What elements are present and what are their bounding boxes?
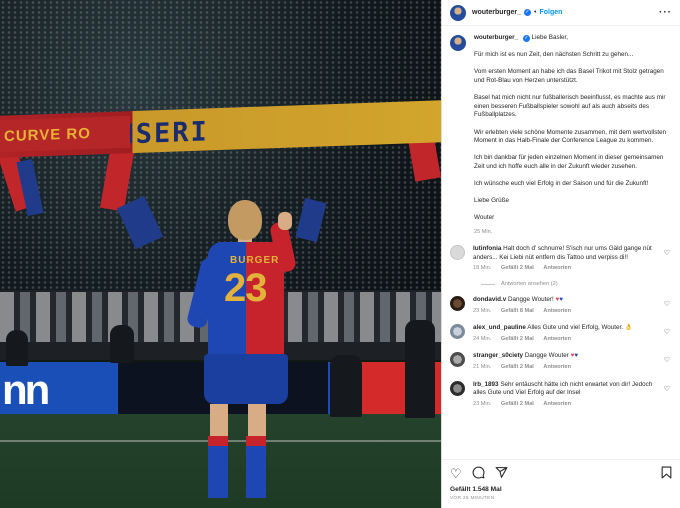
fan-banner-left: CURVE RO <box>0 115 130 153</box>
blue-heart-emoji-icon: ♥ <box>574 352 579 360</box>
comment-likes[interactable]: Gefällt 2 Mal <box>501 336 534 342</box>
caption-time: 25 Min. <box>474 228 493 235</box>
comment-like-heart-icon[interactable]: ♡ <box>664 249 670 257</box>
comment-text: Dangge Wouter <box>524 352 569 360</box>
comment-avatar[interactable] <box>450 352 465 368</box>
comment-likes[interactable]: Gefällt 2 Mal <box>501 265 534 271</box>
separator-dot: • <box>534 9 537 16</box>
comment-username[interactable]: lrb_1893 <box>473 381 499 388</box>
comment-time: 23 Min. <box>473 400 492 407</box>
comment-item: lutinfonia Halt doch d' schnurre! S'isch… <box>450 245 672 273</box>
post-header: wouterburger_ ✓ • Folgen ··· <box>442 0 680 26</box>
caption-paragraph: Vom ersten Moment an habe ich das Basel … <box>474 68 664 84</box>
post-timestamp: VOR 25 MINUTEN <box>450 496 495 501</box>
caption-paragraph: Ich bin dankbar für jeden einzelnen Mome… <box>474 154 664 170</box>
caption-username[interactable]: wouterburger_ <box>474 34 518 41</box>
comment-like-heart-icon[interactable]: ♡ <box>664 328 670 336</box>
comment-time: 24 Min. <box>473 335 492 342</box>
post-actions: ♡ Gefällt 1.548 Mal VOR 25 MINUTEN <box>442 459 680 508</box>
caption-paragraph: Wir erlebten viele schöne Momente zusamm… <box>474 128 667 145</box>
comment-likes[interactable]: Gefällt 2 Mal <box>501 401 534 407</box>
comment-avatar[interactable] <box>450 245 465 261</box>
comment-like-heart-icon[interactable]: ♡ <box>664 356 670 364</box>
caption-avatar[interactable] <box>450 35 466 51</box>
banner-left-text: CURVE RO <box>4 125 91 146</box>
verified-badge-icon: ✓ <box>522 35 530 42</box>
reply-button[interactable]: Antworten <box>543 401 571 407</box>
caption-paragraph: Wouter <box>474 214 495 222</box>
follow-button[interactable]: Folgen <box>539 9 562 16</box>
view-replies-button[interactable]: Antworten ansehen (2) <box>481 281 672 287</box>
ad-text: nn <box>2 366 50 413</box>
ok-hand-emoji-icon: 👌 <box>624 324 633 332</box>
player-figure: BURGER 23 <box>185 200 300 508</box>
post-photo[interactable]: ISCH UNSERI CURVE RO nn BURGER 23 <box>0 0 441 508</box>
avatar[interactable] <box>450 4 466 21</box>
player-head <box>228 200 262 240</box>
more-horizontal-icon[interactable]: ··· <box>659 7 672 18</box>
comment-username[interactable]: alex_und_pauline <box>473 324 526 331</box>
comments-scroll[interactable]: wouterburger_ ✓ Liebe Basler, Für mich i… <box>442 26 680 459</box>
comment-time: 18 Min. <box>473 265 492 272</box>
comment-likes[interactable]: Gefällt 2 Mal <box>501 364 534 370</box>
header-username[interactable]: wouterburger_ <box>472 9 521 16</box>
shirt-number: 23 <box>224 266 267 310</box>
comment-item: lrb_1893 Sehr entäuscht hätte ich nicht … <box>450 380 672 409</box>
caption-paragraph: Basel hat mich nicht nur fußballerisch b… <box>474 94 666 119</box>
reply-button[interactable]: Antworten <box>543 265 571 271</box>
comment-like-heart-icon[interactable]: ♡ <box>664 385 670 393</box>
comment-username[interactable]: dondavid.v <box>473 296 506 303</box>
comment-avatar[interactable] <box>450 380 465 396</box>
likes-count[interactable]: Gefällt 1.548 Mal <box>450 486 672 493</box>
comment-item: stranger_s0ciety Dangge Wouter ♥♥ 21 Min… <box>450 352 672 371</box>
post-sidebar: wouterburger_ ✓ • Folgen ··· wouterburge… <box>441 0 680 508</box>
view-replies-label: Antworten ansehen (2) <box>501 281 558 288</box>
comment-text: Sehr entäuscht hätte ich nicht erwartet … <box>473 380 653 397</box>
comment-item: alex_und_pauline Alles Gute und viel Erf… <box>450 324 672 343</box>
comment-avatar[interactable] <box>450 296 465 312</box>
comment-text: Alles Gute und viel Erfolg, Wouter. <box>527 324 624 332</box>
shirt-name: BURGER <box>230 255 280 266</box>
caption-greeting: Liebe Basler, <box>531 34 569 41</box>
comment-icon[interactable] <box>472 466 485 482</box>
caption-paragraph: Für mich ist es nun Zeit, den nächsten S… <box>474 51 634 59</box>
comment-username[interactable]: lutinfonia <box>473 245 501 252</box>
comment-avatar[interactable] <box>450 324 465 340</box>
reply-button[interactable]: Antworten <box>543 308 571 314</box>
comment-time: 21 Min. <box>473 364 492 370</box>
paper-plane-icon[interactable] <box>495 466 508 482</box>
caption-paragraph: Liebe Grüße <box>474 197 510 205</box>
caption-paragraph: Ich wünsche euch viel Erfolg in der Sais… <box>474 180 649 188</box>
post-view: ISCH UNSERI CURVE RO nn BURGER 23 <box>0 0 680 508</box>
reply-button[interactable]: Antworten <box>543 364 571 370</box>
comment-like-heart-icon[interactable]: ♡ <box>664 300 670 308</box>
comment-item: dondavid.v Dangge Wouter! ♥♥ 23 Min. Gef… <box>450 296 672 315</box>
comment-username[interactable]: stranger_s0ciety <box>473 352 523 359</box>
caption: wouterburger_ ✓ Liebe Basler, Für mich i… <box>450 34 672 236</box>
blue-heart-emoji-icon: ♥ <box>559 296 563 304</box>
comment-time: 23 Min. <box>473 307 492 314</box>
reply-button[interactable]: Antworten <box>543 336 571 342</box>
comment-likes[interactable]: Gefällt 8 Mal <box>501 308 534 314</box>
heart-outline-icon[interactable]: ♡ <box>450 467 462 481</box>
bookmark-icon[interactable] <box>661 466 672 482</box>
comment-text: Dangge Wouter! <box>508 296 554 304</box>
verified-badge-icon: ✓ <box>524 9 532 16</box>
